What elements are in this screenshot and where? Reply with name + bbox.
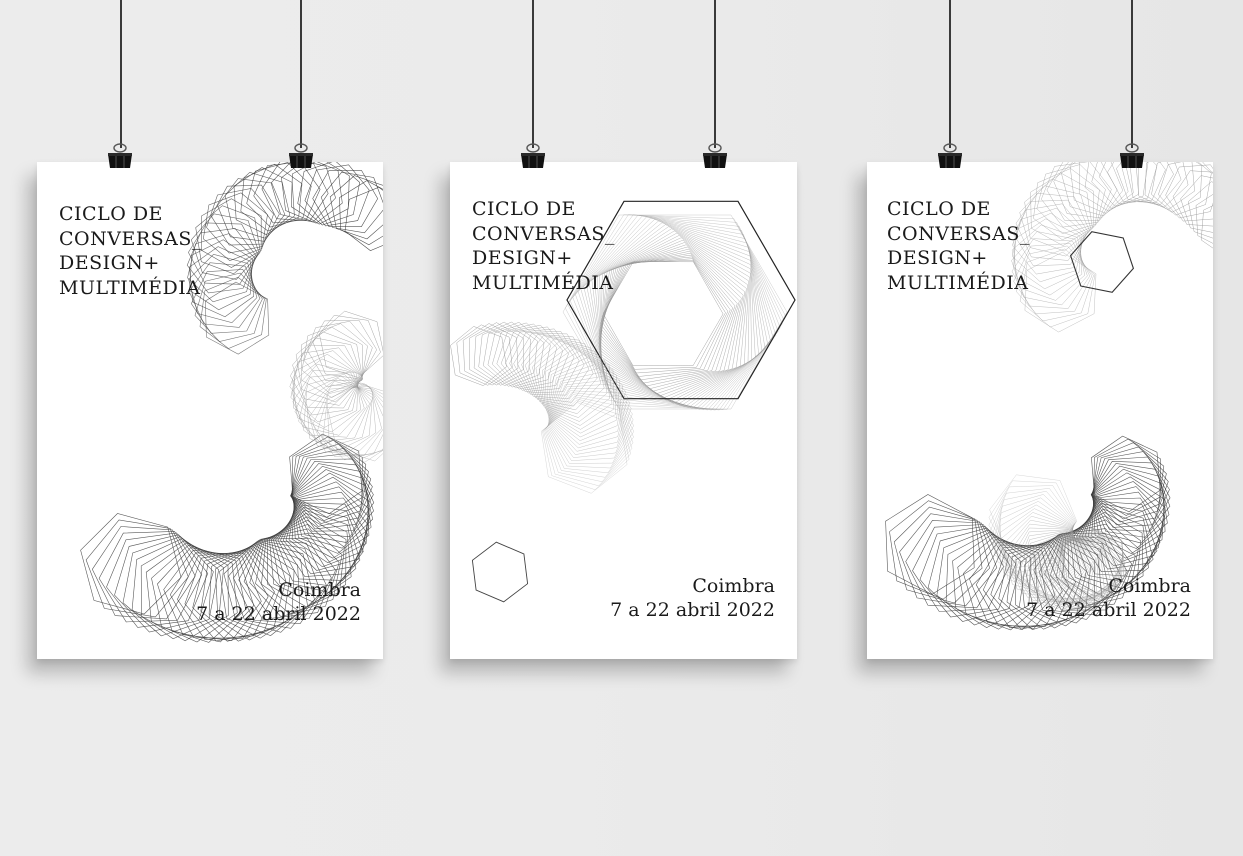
poster-dates: 7 a 22 abril 2022 bbox=[196, 603, 361, 625]
poster-location-date: Coimbra 7 a 22 abril 2022 bbox=[196, 578, 361, 626]
poster-dates: 7 a 22 abril 2022 bbox=[610, 599, 775, 621]
title-line: DESIGN+ bbox=[59, 252, 160, 274]
hanging-wire bbox=[120, 0, 122, 148]
hanging-wire bbox=[949, 0, 951, 148]
title-line: CONVERSAS_ bbox=[59, 227, 202, 250]
hanging-wire bbox=[532, 0, 534, 148]
binder-clip-icon bbox=[1120, 143, 1144, 168]
binder-clip-icon bbox=[938, 143, 962, 168]
poster-title: CICLO DE CONVERSAS_ DESIGN+ MULTIMÉDIA bbox=[887, 197, 1030, 295]
poster-city: Coimbra bbox=[1108, 575, 1191, 597]
binder-clip-icon bbox=[521, 143, 545, 168]
title-line: CONVERSAS_ bbox=[472, 222, 615, 245]
poster-title: CICLO DE CONVERSAS_ DESIGN+ MULTIMÉDIA bbox=[59, 202, 202, 300]
title-line: MULTIMÉDIA bbox=[59, 276, 201, 299]
binder-clip-icon bbox=[289, 143, 313, 168]
poster-2: CICLO DE CONVERSAS_ DESIGN+ MULTIMÉDIA C… bbox=[450, 162, 797, 659]
poster-city: Coimbra bbox=[278, 579, 361, 601]
binder-clip-icon bbox=[703, 143, 727, 168]
poster-3: CICLO DE CONVERSAS_ DESIGN+ MULTIMÉDIA C… bbox=[867, 162, 1213, 659]
title-line: MULTIMÉDIA bbox=[887, 271, 1029, 294]
title-line: CONVERSAS_ bbox=[887, 222, 1030, 245]
hanging-wire bbox=[300, 0, 302, 148]
title-line: CICLO DE bbox=[59, 203, 163, 225]
title-line: DESIGN+ bbox=[472, 247, 573, 269]
title-line: DESIGN+ bbox=[887, 247, 988, 269]
poster-1: CICLO DE CONVERSAS_ DESIGN+ MULTIMÉDIA C… bbox=[37, 162, 383, 659]
poster-dates: 7 a 22 abril 2022 bbox=[1026, 599, 1191, 621]
binder-clip-icon bbox=[108, 143, 132, 168]
hanging-wire bbox=[1131, 0, 1133, 148]
poster-title: CICLO DE CONVERSAS_ DESIGN+ MULTIMÉDIA bbox=[472, 197, 615, 295]
title-line: CICLO DE bbox=[472, 198, 576, 220]
poster-location-date: Coimbra 7 a 22 abril 2022 bbox=[1026, 574, 1191, 622]
title-line: CICLO DE bbox=[887, 198, 991, 220]
hanging-wire bbox=[714, 0, 716, 148]
title-line: MULTIMÉDIA bbox=[472, 271, 614, 294]
poster-location-date: Coimbra 7 a 22 abril 2022 bbox=[610, 574, 775, 622]
poster-city: Coimbra bbox=[692, 575, 775, 597]
